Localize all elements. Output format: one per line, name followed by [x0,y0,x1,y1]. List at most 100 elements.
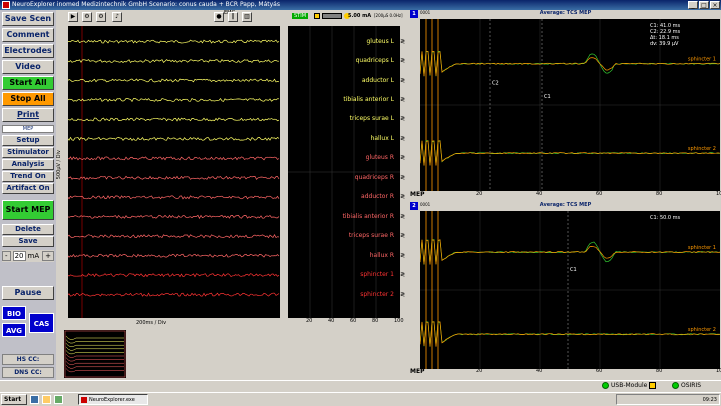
settings-icon[interactable]: ⚙ [82,12,92,22]
channel-label[interactable]: triceps surae R [349,232,394,239]
start-button[interactable]: Start [1,394,27,405]
channel-scale-icon[interactable]: ≷ [400,271,408,279]
axis-tick-label: 60 [596,368,603,374]
channel-label[interactable]: gluteus L [366,38,394,45]
video-button[interactable]: Video [2,60,54,74]
channel-scale-icon[interactable]: ≷ [400,174,408,182]
close-button[interactable]: × [710,1,720,9]
clock: 09:23 [702,397,717,403]
app-icon [2,1,10,9]
channel-label[interactable]: quadriceps L [356,57,394,64]
osiris-status: OSIRIS [672,382,701,389]
emg-traces-plot [68,26,280,318]
save-scenario-button[interactable]: Save Scen [2,12,54,26]
mep-panel-1-number: 1 [410,10,418,18]
quicklaunch-folder-icon[interactable] [42,395,51,404]
delete-button[interactable]: Delete [2,224,54,235]
channel-panel: STIM 5.00 mA [200µS 0.0Hz] gluteus L ≷ qua… [284,10,416,328]
emg-trace [68,253,280,258]
electrodes-button[interactable]: Electrodes [2,44,54,58]
axis-tick-label: 20 [476,191,483,197]
channel-scale-icon[interactable]: ≷ [400,213,408,221]
mep-trace-label: sphincter 1 [688,245,716,251]
mep-trace [420,140,720,166]
usb-module-label: USB-Module [611,382,648,389]
avg-button[interactable]: AVG [2,323,26,337]
mep-panel-2-header: 2 0001 Average: TCS MEP [410,202,721,210]
emg-trace [68,233,280,239]
minimize-button[interactable]: _ [688,1,698,9]
quicklaunch-desktop-icon[interactable] [54,395,63,404]
mep-panel-1-label: MEP [410,191,425,198]
channel-scale-icon[interactable]: ≷ [400,232,408,240]
axis-tick-label: 40 [536,191,543,197]
maximize-button[interactable]: □ [699,1,709,9]
taskbar-app-icon [81,397,87,403]
channel-label[interactable]: tibialis anterior L [343,96,394,103]
axis-tick-label: 20 [476,368,483,374]
emg-trace [68,195,280,200]
thumbnail-trace [65,339,124,344]
mep-trace [420,239,720,265]
channel-scale-icon[interactable]: ≷ [400,115,408,123]
bio-button[interactable]: BIO [2,306,26,320]
axis-tick-label: 40 [328,318,335,324]
channel-label[interactable]: hallux L [371,135,394,142]
artifact-on-button[interactable]: Artifact On [2,183,54,194]
channel-scale-icon[interactable]: ≷ [400,135,408,143]
channel-label[interactable]: sphincter 1 [360,271,394,278]
mep-panel-2-label: MEP [410,368,425,375]
mep-panel-1-title: Average: TCS MEP [539,10,592,16]
stop-all-button[interactable]: Stop All [2,92,54,106]
status-bar: USB-Module OSIRIS [0,380,721,392]
analysis-button[interactable]: Analysis [2,159,54,170]
mep-trace-label: sphincter 1 [688,57,716,63]
save-button[interactable]: Save [2,236,54,247]
spinner-increment[interactable]: + [42,251,54,261]
trend-on-button[interactable]: Trend On [2,171,54,182]
channel-label[interactable]: tibialis anterior R [343,213,394,220]
channel-scale-icon[interactable]: ≷ [400,193,408,201]
print-button[interactable]: Print [2,108,54,122]
axis-tick-label: 100 [394,318,404,324]
cas-button[interactable]: CAS [29,313,54,333]
channel-label[interactable]: sphincter 2 [360,291,394,298]
stimulator-button[interactable]: Stimulator [2,147,54,158]
warning-icon [649,382,657,389]
mep-trace [420,50,720,77]
channel-label[interactable]: adductor L [362,77,394,84]
comment-button[interactable]: Comment [2,28,54,42]
spinner-decrement[interactable]: - [2,251,11,261]
cursor-label: C1 [570,267,577,273]
channel-label[interactable]: hallux R [370,252,394,259]
audio-icon[interactable]: ♪ [112,12,122,22]
channel-scale-icon[interactable]: ≷ [400,38,408,46]
pause-icon[interactable]: ‖ [228,12,238,22]
channel-scale-icon[interactable]: ≷ [400,77,408,85]
taskbar-app-button[interactable]: NeuroExplorer.exe [78,394,148,405]
channel-scale-icon[interactable]: ≷ [400,154,408,162]
layout-icon[interactable]: ▥ [242,12,252,22]
channel-time-axis: 20 40 60 80 100 [288,318,404,328]
start-mep-button[interactable]: Start MEP [2,200,54,220]
filter-icon[interactable]: ⚙ [96,12,106,22]
stim-warning-icon [314,13,320,19]
channel-scale-icon[interactable]: ≷ [400,252,408,260]
record-icon[interactable]: ● [214,12,224,22]
channel-scale-icon[interactable]: ≷ [400,57,408,65]
pause-button[interactable]: Pause [2,286,54,300]
channel-scale-icon[interactable]: ≷ [400,291,408,299]
play-icon[interactable]: ▶ [68,12,78,22]
channel-label[interactable]: gluteus R [366,154,394,161]
channel-scale-icon[interactable]: ≷ [400,96,408,104]
taskbar: Start NeuroExplorer.exe 09:23 [0,392,721,406]
setup-button[interactable]: Setup [2,135,54,146]
stim-level-bar[interactable] [322,13,342,19]
start-all-button[interactable]: Start All [2,76,54,90]
thumbnail-trace [65,364,124,369]
channel-label[interactable]: quadriceps R [355,174,394,181]
spinner-value[interactable]: 20 [12,251,26,261]
channel-label[interactable]: triceps surae L [350,115,394,122]
channel-label[interactable]: adductor R [361,193,394,200]
quicklaunch-ie-icon[interactable] [30,395,39,404]
